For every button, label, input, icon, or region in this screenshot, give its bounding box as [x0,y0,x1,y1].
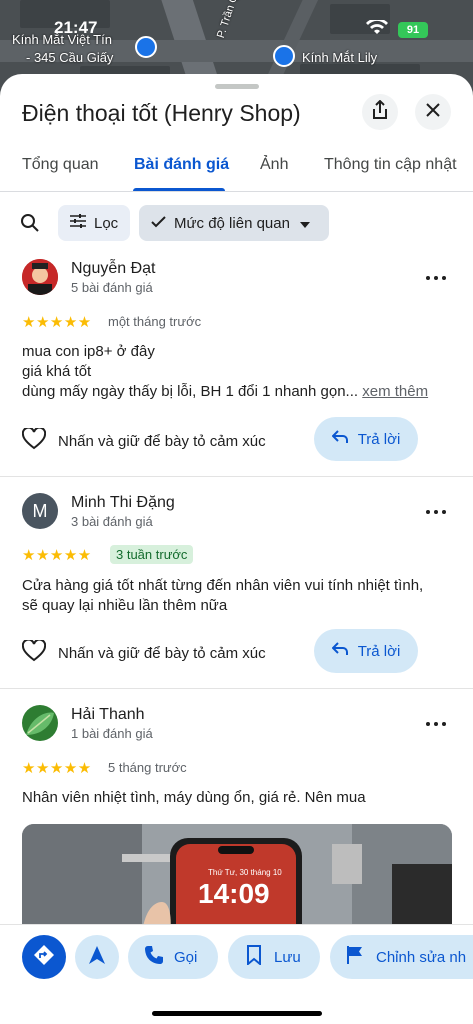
tab-overview[interactable]: Tổng quan [22,156,99,174]
react-button[interactable]: Nhấn và giữ để bày tỏ cảm xúc [21,638,266,666]
dropdown-arrow-icon [299,215,310,232]
reply-label: Trả lời [357,430,401,448]
avatar[interactable] [22,705,58,741]
more-options-icon[interactable] [426,273,450,283]
tab-photos[interactable]: Ảnh [260,156,288,174]
map-label: - 345 Cầu Giấy [26,50,114,65]
reply-icon [331,642,358,660]
tab-updates[interactable]: Thông tin cập nhật [324,156,457,174]
review-date: 3 tuần trước [110,545,194,564]
search-icon[interactable] [20,213,40,238]
call-label: Gọi [174,948,198,966]
place-sheet: Điện thoại tốt (Henry Shop) Tổng quan Bà… [0,74,473,1024]
call-button[interactable]: Gọi [128,935,218,979]
react-label: Nhấn và giữ để bày tỏ cảm xúc [58,432,266,450]
more-options-icon[interactable] [426,719,450,729]
review-text[interactable]: Cửa hàng giá tốt nhất từng đến nhân viên… [22,576,452,616]
share-icon [371,99,389,125]
navigation-arrow-icon [88,945,106,969]
sheet-grabber[interactable] [215,84,259,89]
avatar-initial: M [32,500,48,521]
share-button[interactable] [362,94,398,130]
review-date: một tháng trước [108,314,202,329]
suggest-edit-button[interactable]: Chỉnh sửa nh [330,935,473,979]
status-time: 21:47 [54,18,98,37]
tab-bar: Tổng quan Bài đánh giá Ảnh Thông tin cập… [0,146,473,192]
close-button[interactable] [415,94,451,130]
phone-icon [144,945,164,969]
reviewer-name[interactable]: Nguyễn Đạt [71,260,156,278]
reply-icon [331,430,358,448]
review-text[interactable]: Nhân viên nhiệt tình, máy dùng ổn, giá r… [22,788,452,808]
review-text-line: dùng mấy ngày thấy bị lỗi, BH 1 đổi 1 nh… [22,383,359,400]
action-bar: Gọi Lưu Chỉnh sửa nh [0,924,473,1024]
close-icon [426,102,440,122]
flag-icon [346,945,364,969]
tune-icon [70,214,86,232]
react-button[interactable]: Nhấn và giữ để bày tỏ cảm xúc [21,426,266,454]
reviewer-name[interactable]: Minh Thi Đặng [71,494,175,512]
map-label: Kính Mắt Lily [302,50,378,65]
tab-reviews[interactable]: Bài đánh giá [134,156,229,174]
photo-lockscreen-time: 14:09 [198,878,270,909]
filter-button[interactable]: Lọc [58,205,130,241]
rating-stars: ★★★★★ [22,314,92,331]
reviewer-review-count: 1 bài đánh giá [71,726,153,741]
place-title: Điện thoại tốt (Henry Shop) [22,100,301,126]
reviewer-review-count: 3 bài đánh giá [71,514,153,529]
reply-label: Trả lời [357,642,401,660]
photo-lockscreen-date: Thứ Tư, 30 tháng 10 [208,868,282,877]
review-text[interactable]: mua con ip8+ ở đây giá khá tốt dùng mấy … [22,342,452,402]
reviewer-review-count: 5 bài đánh giá [71,280,153,295]
review-text-line: sẽ quay lại nhiều lần thêm nữa [22,597,228,614]
review-photo[interactable]: Thứ Tư, 30 tháng 10 14:09 [22,824,452,934]
check-icon [151,215,166,232]
sort-dropdown[interactable]: Mức độ liên quan [139,205,329,241]
filter-label: Lọc [94,214,119,232]
save-label: Lưu [274,948,301,966]
review-text-line: giá khá tốt [22,363,92,380]
rating-stars: ★★★★★ [22,760,92,777]
heart-icon [21,638,58,666]
directions-button[interactable] [22,935,66,979]
wifi-icon [366,18,388,41]
directions-icon [33,944,55,970]
review-filters: Lọc Mức độ liên quan [0,205,473,241]
suggest-edit-label: Chỉnh sửa nh [376,948,467,966]
start-navigation-button[interactable] [75,935,119,979]
review-text-line: Cửa hàng giá tốt nhất từng đến nhân viên… [22,577,424,594]
battery-indicator: 91 [398,22,428,38]
react-label: Nhấn và giữ để bày tỏ cảm xúc [58,644,266,662]
bookmark-icon [246,945,262,969]
reply-button[interactable]: Trả lời [314,417,418,461]
avatar[interactable]: M [22,493,58,529]
divider [0,688,473,689]
more-options-icon[interactable] [426,507,450,517]
reviewer-name[interactable]: Hải Thanh [71,706,145,724]
rating-stars: ★★★★★ [22,547,92,564]
map-label: P. Trần Quốc [215,0,247,40]
divider [0,476,473,477]
reply-button[interactable]: Trả lời [314,629,418,673]
active-tab-indicator [133,188,225,191]
place-pin-icon[interactable] [273,45,295,67]
sort-label: Mức độ liên quan [174,214,290,232]
review-text-line: Nhân viên nhiệt tình, máy dùng ổn, giá r… [22,789,366,806]
place-pin-icon[interactable] [135,36,157,58]
heart-icon [21,426,58,454]
home-indicator[interactable] [152,1011,322,1016]
review-date: 5 tháng trước [108,760,187,775]
save-button[interactable]: Lưu [228,935,320,979]
review-text-line: mua con ip8+ ở đây [22,343,155,360]
see-more-link[interactable]: xem thêm [362,383,428,400]
avatar[interactable] [22,259,58,295]
